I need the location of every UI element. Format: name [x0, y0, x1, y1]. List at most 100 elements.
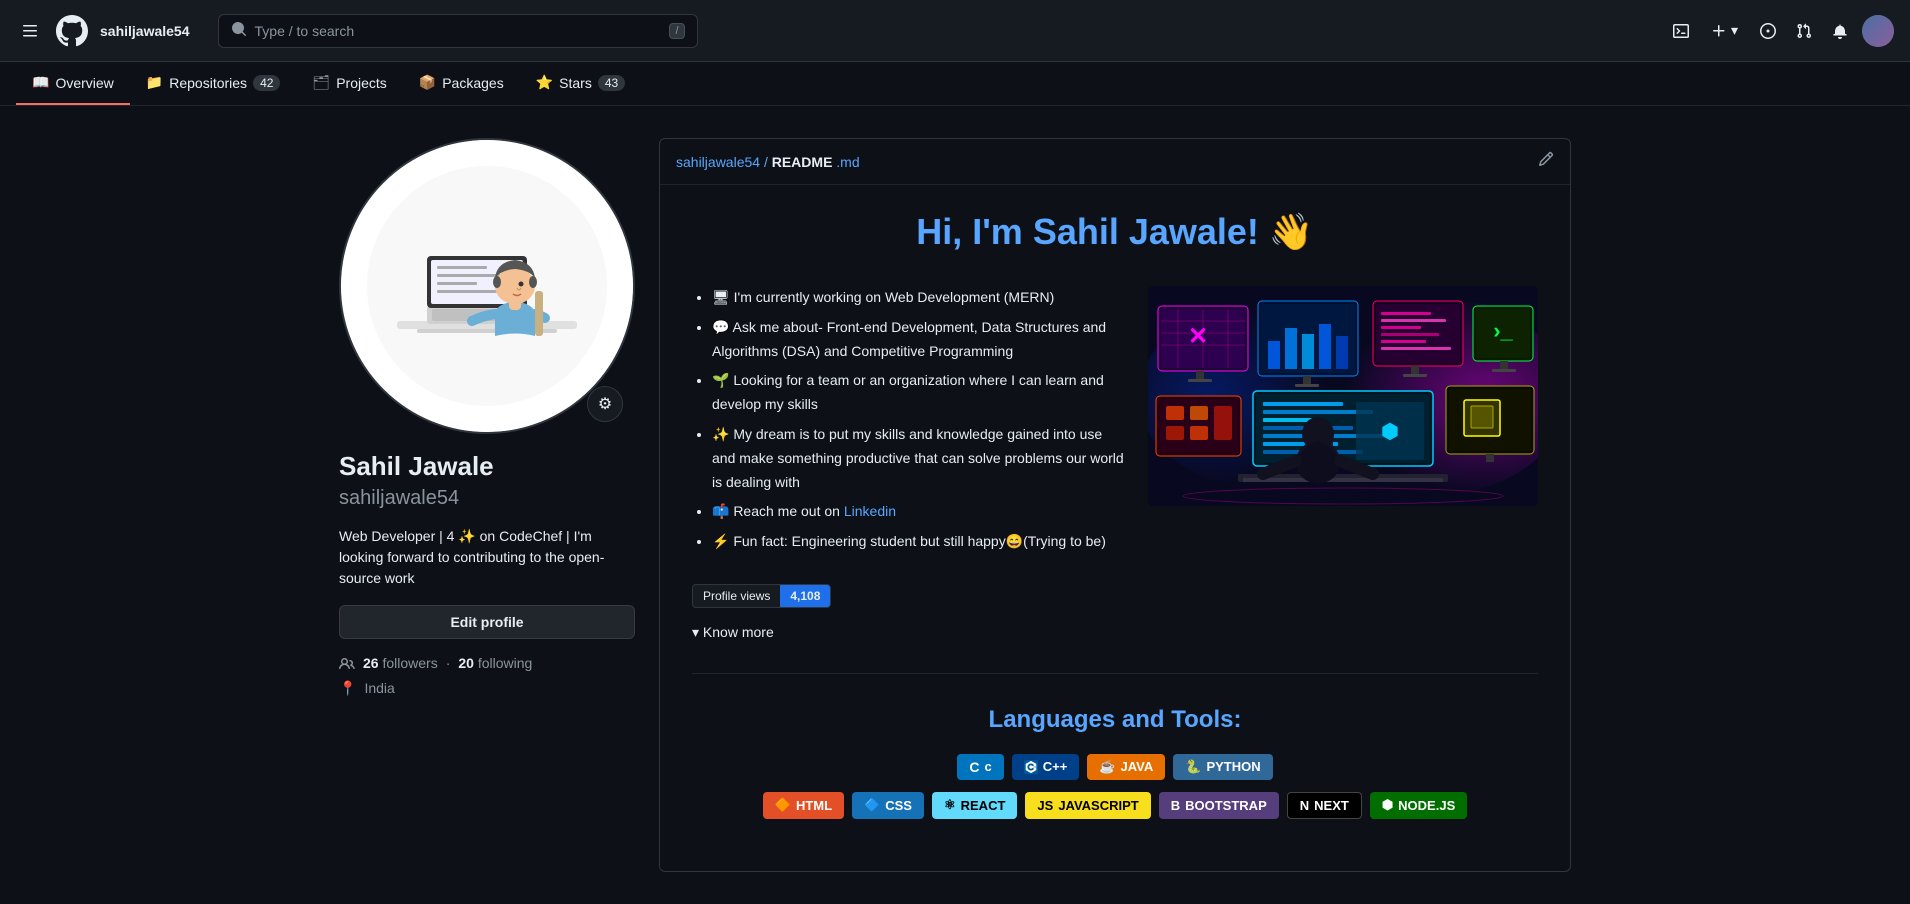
profile-stats: 26 followers · 20 following — [339, 655, 635, 672]
readme-hero-image: ✕ — [1148, 286, 1538, 506]
tech-badges-row2: 🔶 HTML 🔷 CSS ⚛ REACT JS — [692, 792, 1538, 819]
profile-settings-icon[interactable]: ⚙ — [587, 386, 623, 422]
chevron-down-icon: ▾ — [1731, 22, 1738, 39]
css-label: CSS — [885, 798, 912, 813]
github-logo[interactable] — [56, 15, 88, 47]
pulls-button[interactable] — [1790, 17, 1818, 45]
nodejs-icon: ⬢ — [1382, 797, 1393, 813]
readme-item-2: 💬 Ask me about- Front-end Development, D… — [712, 316, 1124, 364]
badge-bootstrap: B BOOTSTRAP — [1159, 792, 1279, 819]
repositories-icon: 📁 — [146, 74, 163, 91]
badge-javascript: JS JAVASCRIPT — [1025, 792, 1150, 819]
badge-java: ☕ JAVA — [1087, 754, 1165, 780]
bootstrap-icon: B — [1171, 798, 1180, 813]
add-dropdown-button[interactable]: ▾ — [1703, 16, 1746, 45]
languages-section: Languages and Tools: C c C++ ☕ — [692, 690, 1538, 847]
packages-icon: 📦 — [419, 74, 436, 91]
readme-main: sahiljawale54 / README .md Hi, I'm Sahil… — [659, 138, 1571, 872]
readme-item-6: ⚡ Fun fact: Engineering student but stil… — [712, 530, 1124, 554]
tab-packages-label: Packages — [442, 75, 503, 91]
notifications-button[interactable] — [1826, 17, 1854, 45]
linkedin-link[interactable]: Linkedin — [844, 503, 896, 519]
followers-count: 26 — [363, 655, 379, 671]
readme-list: 🖥 I'm currently working on Web Developme… — [692, 286, 1124, 554]
badge-react: ⚛ REACT — [932, 792, 1017, 819]
tech-badges-row1: C c C++ ☕ JAVA 🐍 PYTHO — [692, 754, 1538, 780]
html-label: HTML — [796, 798, 832, 813]
badge-next: N NEXT — [1287, 792, 1362, 819]
search-box[interactable]: Type / to search / — [218, 14, 698, 48]
header-left: sahiljawale54 — [16, 15, 190, 47]
tab-projects[interactable]: 🗂 Projects — [296, 62, 402, 105]
divider — [692, 673, 1538, 674]
java-icon: ☕ — [1099, 759, 1115, 775]
bootstrap-label: BOOTSTRAP — [1185, 798, 1267, 813]
search-icon — [231, 21, 247, 40]
tab-stars-label: Stars — [559, 75, 592, 91]
profile-views-badge: Profile views 4,108 — [692, 584, 831, 608]
java-label: JAVA — [1121, 759, 1154, 774]
readme-path-ext: .md — [836, 154, 859, 170]
know-more-label: ▾ Know more — [692, 624, 774, 641]
badge-html: 🔶 HTML — [763, 792, 844, 819]
profile-avatar-container: ⚙ — [339, 138, 635, 434]
gear-icon: ⚙ — [598, 394, 612, 414]
languages-title: Languages and Tools: — [692, 706, 1538, 734]
tab-packages[interactable]: 📦 Packages — [403, 62, 520, 105]
svg-text:›_: ›_ — [1493, 318, 1513, 343]
hamburger-button[interactable] — [16, 17, 44, 45]
overview-icon: 📖 — [32, 74, 49, 91]
edit-profile-button[interactable]: Edit profile — [339, 605, 635, 639]
c-icon: C — [969, 759, 979, 775]
followers-link[interactable]: 26 followers — [363, 655, 438, 672]
next-icon: N — [1300, 798, 1309, 813]
readme-item-1: 🖥 I'm currently working on Web Developme… — [712, 286, 1124, 310]
js-icon: JS — [1037, 798, 1053, 813]
site-header: sahiljawale54 Type / to search / ▾ — [0, 0, 1910, 62]
readme-title: Hi, I'm Sahil Jawale! 👋 — [692, 209, 1538, 254]
avatar-image — [1862, 15, 1894, 47]
location-icon: 📍 — [339, 680, 356, 697]
profile-sidebar: ⚙ Sahil Jawale sahiljawale54 Web Develop… — [339, 138, 635, 872]
profile-location: 📍 India — [339, 680, 635, 697]
search-placeholder: Type / to search — [255, 23, 662, 39]
html-icon: 🔶 — [775, 797, 791, 813]
stars-badge: 43 — [598, 75, 625, 91]
header-username[interactable]: sahiljawale54 — [100, 23, 190, 39]
tab-projects-label: Projects — [336, 75, 387, 91]
tab-repositories[interactable]: 📁 Repositories 42 — [130, 62, 297, 105]
profile-username: sahiljawale54 — [339, 487, 635, 510]
readme-item-3: 🌱 Looking for a team or an organization … — [712, 369, 1124, 417]
tab-overview-label: Overview — [55, 75, 113, 91]
avatar-illustration — [341, 140, 633, 432]
badge-c: C c — [957, 754, 1003, 780]
tab-repositories-label: Repositories — [169, 75, 247, 91]
python-label: PYTHON — [1206, 759, 1260, 774]
following-label: following — [478, 655, 532, 671]
react-icon: ⚛ — [944, 797, 956, 813]
user-avatar[interactable] — [1862, 15, 1894, 47]
following-link[interactable]: 20 following — [458, 655, 532, 672]
profile-name: Sahil Jawale — [339, 450, 635, 483]
profile-avatar-large — [339, 138, 635, 434]
readme-content: Hi, I'm Sahil Jawale! 👋 🖥 I'm currently … — [660, 185, 1570, 871]
readme-edit-button[interactable] — [1538, 151, 1554, 172]
badge-python: 🐍 PYTHON — [1173, 754, 1272, 780]
readme-path-user[interactable]: sahiljawale54 — [676, 154, 760, 170]
following-count: 20 — [458, 655, 474, 671]
profile-bio: Web Developer | 4 ✨ on CodeChef | I'm lo… — [339, 526, 635, 589]
header-right: ▾ — [1667, 15, 1894, 47]
profile-views-count: 4,108 — [780, 585, 830, 607]
profile-views-label: Profile views — [693, 585, 780, 607]
tab-stars[interactable]: ⭐ Stars 43 — [520, 62, 641, 105]
repositories-badge: 42 — [253, 75, 280, 91]
issues-button[interactable] — [1754, 17, 1782, 45]
readme-bullets: 🖥 I'm currently working on Web Developme… — [692, 286, 1124, 560]
css-icon: 🔷 — [864, 797, 880, 813]
python-icon: 🐍 — [1185, 759, 1201, 775]
tab-overview[interactable]: 📖 Overview — [16, 62, 130, 105]
know-more-toggle[interactable]: ▾ Know more — [692, 624, 1538, 641]
search-shortcut: / — [669, 23, 684, 39]
terminal-button[interactable] — [1667, 17, 1695, 45]
svg-text:⬢: ⬢ — [1381, 421, 1398, 443]
